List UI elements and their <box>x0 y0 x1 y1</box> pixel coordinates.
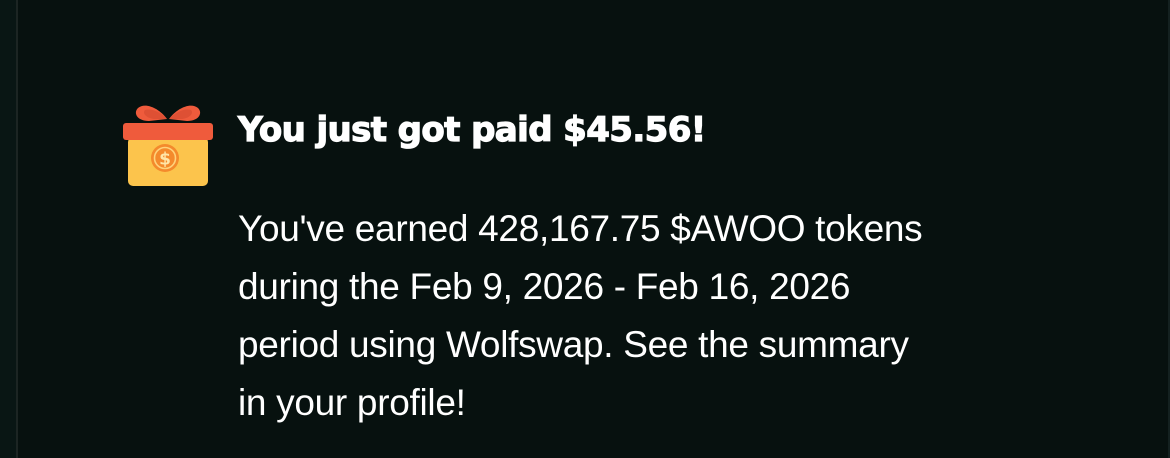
notification-title: You just got paid $45.56! <box>237 109 707 150</box>
svg-text:$: $ <box>159 150 171 170</box>
notification-body: You've earned 428,167.75 $AWOO tokens du… <box>238 200 1058 432</box>
notification-body-line: during the Feb 9, 2026 - Feb 16, 2026 <box>238 266 851 307</box>
notification-body-line: You've earned 428,167.75 $AWOO tokens <box>238 208 923 249</box>
left-panel-edge <box>0 0 18 458</box>
gift-box-coin-icon: $ <box>120 96 216 192</box>
payout-notification: $ You just got paid $45.56! You've earne… <box>120 96 1080 436</box>
notification-body-line: period using Wolfswap. See the summary <box>238 324 909 365</box>
notification-body-line: in your profile! <box>238 382 466 423</box>
gift-box-coin-icon-svg: $ <box>123 105 213 186</box>
